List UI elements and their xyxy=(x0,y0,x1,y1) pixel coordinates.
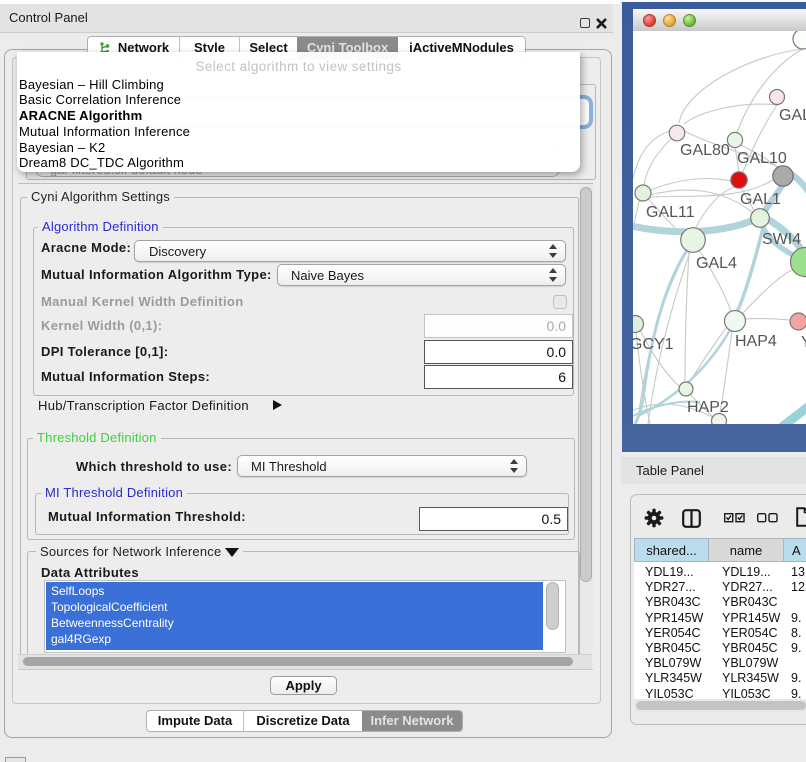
svg-text:GAL4: GAL4 xyxy=(696,255,737,272)
svg-text:GCY1: GCY1 xyxy=(633,336,674,353)
svg-text:GAL1: GAL1 xyxy=(740,191,781,208)
svg-text:HAP2: HAP2 xyxy=(687,399,729,416)
svg-text:Y: Y xyxy=(801,334,806,351)
svg-text:GAL: GAL xyxy=(779,107,806,124)
svg-text:GAL10: GAL10 xyxy=(737,150,787,167)
svg-text:HAP4: HAP4 xyxy=(735,333,777,350)
svg-text:GAL11: GAL11 xyxy=(646,204,695,221)
svg-text:GAL80: GAL80 xyxy=(680,142,730,159)
svg-text:SWI4: SWI4 xyxy=(762,231,801,248)
